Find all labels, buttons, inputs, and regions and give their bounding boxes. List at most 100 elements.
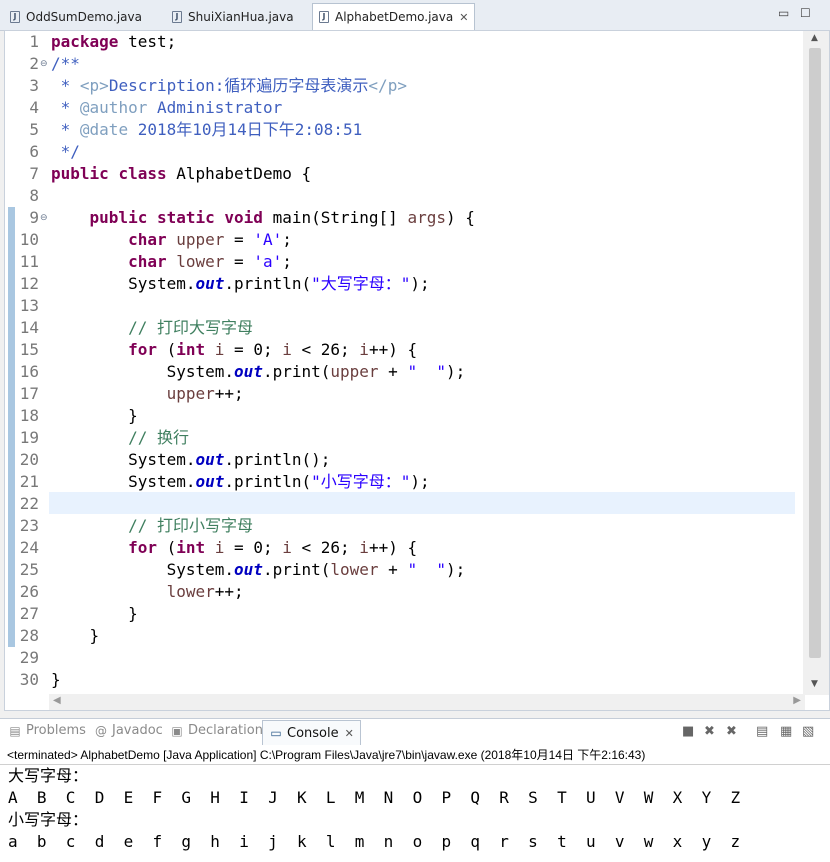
code-token: Administrator [147,98,283,117]
line-number-gutter: 1 2 ⊖ 3 4 5 6 7 8 9 ⊖ 10 11 12 13 14 15 16 17 18 19 20 21 22 23 2… [15,31,49,710]
code-line[interactable]: } [51,625,100,647]
line-number: 24 [19,538,39,557]
code-line[interactable]: upper++; [51,383,244,405]
tab-problems[interactable]: ▤ Problems [8,723,86,738]
code-line[interactable]: public static void main(String[] args) { [51,207,475,229]
console-line: a b c d e f g h i j k l m n o p q r s t … [8,832,741,851]
tab-javadoc[interactable]: @ Javadoc [94,723,163,738]
line-number: 7 [29,164,39,183]
code-line[interactable]: System.out.println(); [51,449,330,471]
code-line[interactable]: System.out.print(lower + " "); [51,559,466,581]
code-line[interactable]: package test; [51,31,176,53]
code-line[interactable]: lower++; [51,581,244,603]
code-line[interactable]: char upper = 'A'; [51,229,292,251]
code-line[interactable]: * @date 2018年10月14日下午2:08:51 [51,119,363,141]
remove-launch-icon[interactable]: ✖ [704,724,715,739]
code-line[interactable]: * @author Administrator [51,97,283,119]
code-line[interactable]: System.out.println("小写字母："); [51,471,430,493]
line-number: 11 [19,252,39,271]
scroll-thumb[interactable] [809,48,821,658]
java-file-icon: J [172,10,182,23]
line-number: 1 [29,32,39,51]
code-line[interactable]: System.out.println("大写字母："); [51,273,430,295]
code-line[interactable]: // 打印小写字母 [51,515,253,537]
code-line[interactable]: char lower = 'a'; [51,251,292,273]
declaration-icon: ▣ [171,723,183,738]
code-token: 'a' [253,252,283,271]
code-line[interactable]: } [51,405,138,427]
code-token: System. [51,274,196,293]
fold-toggle-icon[interactable]: ⊖ [40,207,48,229]
code-token: out [195,274,225,293]
code-token: < 26; [291,340,360,359]
scroll-lock-icon[interactable]: ▦ [780,724,792,739]
code-line[interactable]: System.out.print(upper + " "); [51,361,466,383]
code-token: .println(); [224,450,331,469]
tab-declaration[interactable]: ▣ Declaration [170,723,263,738]
code-line[interactable]: */ [51,141,80,163]
code-line[interactable]: } [51,669,61,691]
tab-console[interactable]: ▭ Console ✕ [262,720,361,745]
close-tab-icon[interactable]: ✕ [459,11,468,24]
pin-console-icon[interactable]: ▧ [802,724,814,739]
code-token: = [224,230,254,249]
scroll-up-icon[interactable]: ▲ [811,33,818,43]
code-token: ); [410,472,430,491]
clear-console-icon[interactable]: ▤ [756,724,768,739]
scroll-down-icon[interactable]: ▼ [811,679,818,689]
code-editor[interactable]: 1 2 ⊖ 3 4 5 6 7 8 9 ⊖ 10 11 12 13 14 15 16 17 18 19 20 21 22 23 2… [4,30,830,711]
scroll-left-icon[interactable]: ◀ [53,695,61,706]
line-number: 19 [19,428,39,447]
code-line[interactable]: // 打印大写字母 [51,317,253,339]
code-token: + [378,560,408,579]
code-line[interactable]: for (int i = 0; i < 26; i++) { [51,537,417,559]
console-icon: ▭ [270,726,282,740]
maximize-icon[interactable]: ☐ [800,6,811,20]
code-token: ++) { [368,340,418,359]
horizontal-scrollbar[interactable]: ◀ ▶ [49,694,805,710]
java-file-icon: J [319,11,329,23]
line-number: 9 [29,208,39,227]
tab-oddsumdemo[interactable]: J OddSumDemo.java [4,4,148,29]
minimize-icon[interactable]: ▭ [778,6,789,20]
code-line[interactable]: } [51,603,138,625]
close-tab-icon[interactable]: ✕ [345,727,354,740]
tab-alphabetdemo[interactable]: J AlphabetDemo.java ✕ [312,3,476,30]
view-tab-bar: ▤ Problems @ Javadoc ▣ Declaration ▭ Con… [0,718,830,746]
console-output-panel[interactable]: <terminated> AlphabetDemo [Java Applicat… [0,745,830,862]
code-token: @author [79,98,148,117]
line-number: 23 [19,516,39,535]
code-token: i [214,340,225,359]
code-token: ); [410,274,430,293]
vertical-scrollbar[interactable]: ▲ ▼ [803,31,829,695]
code-token: // 打印大写字母 [128,318,253,337]
tab-label: ShuiXianHua.java [188,9,294,24]
fold-toggle-icon[interactable]: ⊖ [40,53,48,75]
code-token: upper [166,384,215,403]
terminate-icon[interactable]: ■ [682,724,694,739]
code-token: ); [445,560,466,579]
code-token: = [224,252,254,271]
code-token: // 打印小写字母 [128,516,253,535]
tab-shuixianhua[interactable]: J ShuiXianHua.java [166,4,300,29]
scroll-right-icon[interactable]: ▶ [793,695,801,706]
code-line[interactable]: public class AlphabetDemo { [51,163,311,185]
code-line[interactable]: for (int i = 0; i < 26; i++) { [51,339,417,361]
code-line[interactable]: * <p>Description:循环遍历字母表演示</p> [51,75,407,97]
code-line[interactable]: /** [51,53,80,75]
line-number: 5 [29,120,39,139]
code-token: class [118,164,167,183]
code-token: .println( [224,274,312,293]
code-line[interactable]: // 换行 [51,427,189,449]
remove-all-terminated-icon[interactable]: ✖ [726,724,737,739]
code-token: upper [176,230,225,249]
console-status: <terminated> AlphabetDemo [Java Applicat… [7,748,646,762]
line-number: 25 [19,560,39,579]
code-token: + [378,362,408,381]
